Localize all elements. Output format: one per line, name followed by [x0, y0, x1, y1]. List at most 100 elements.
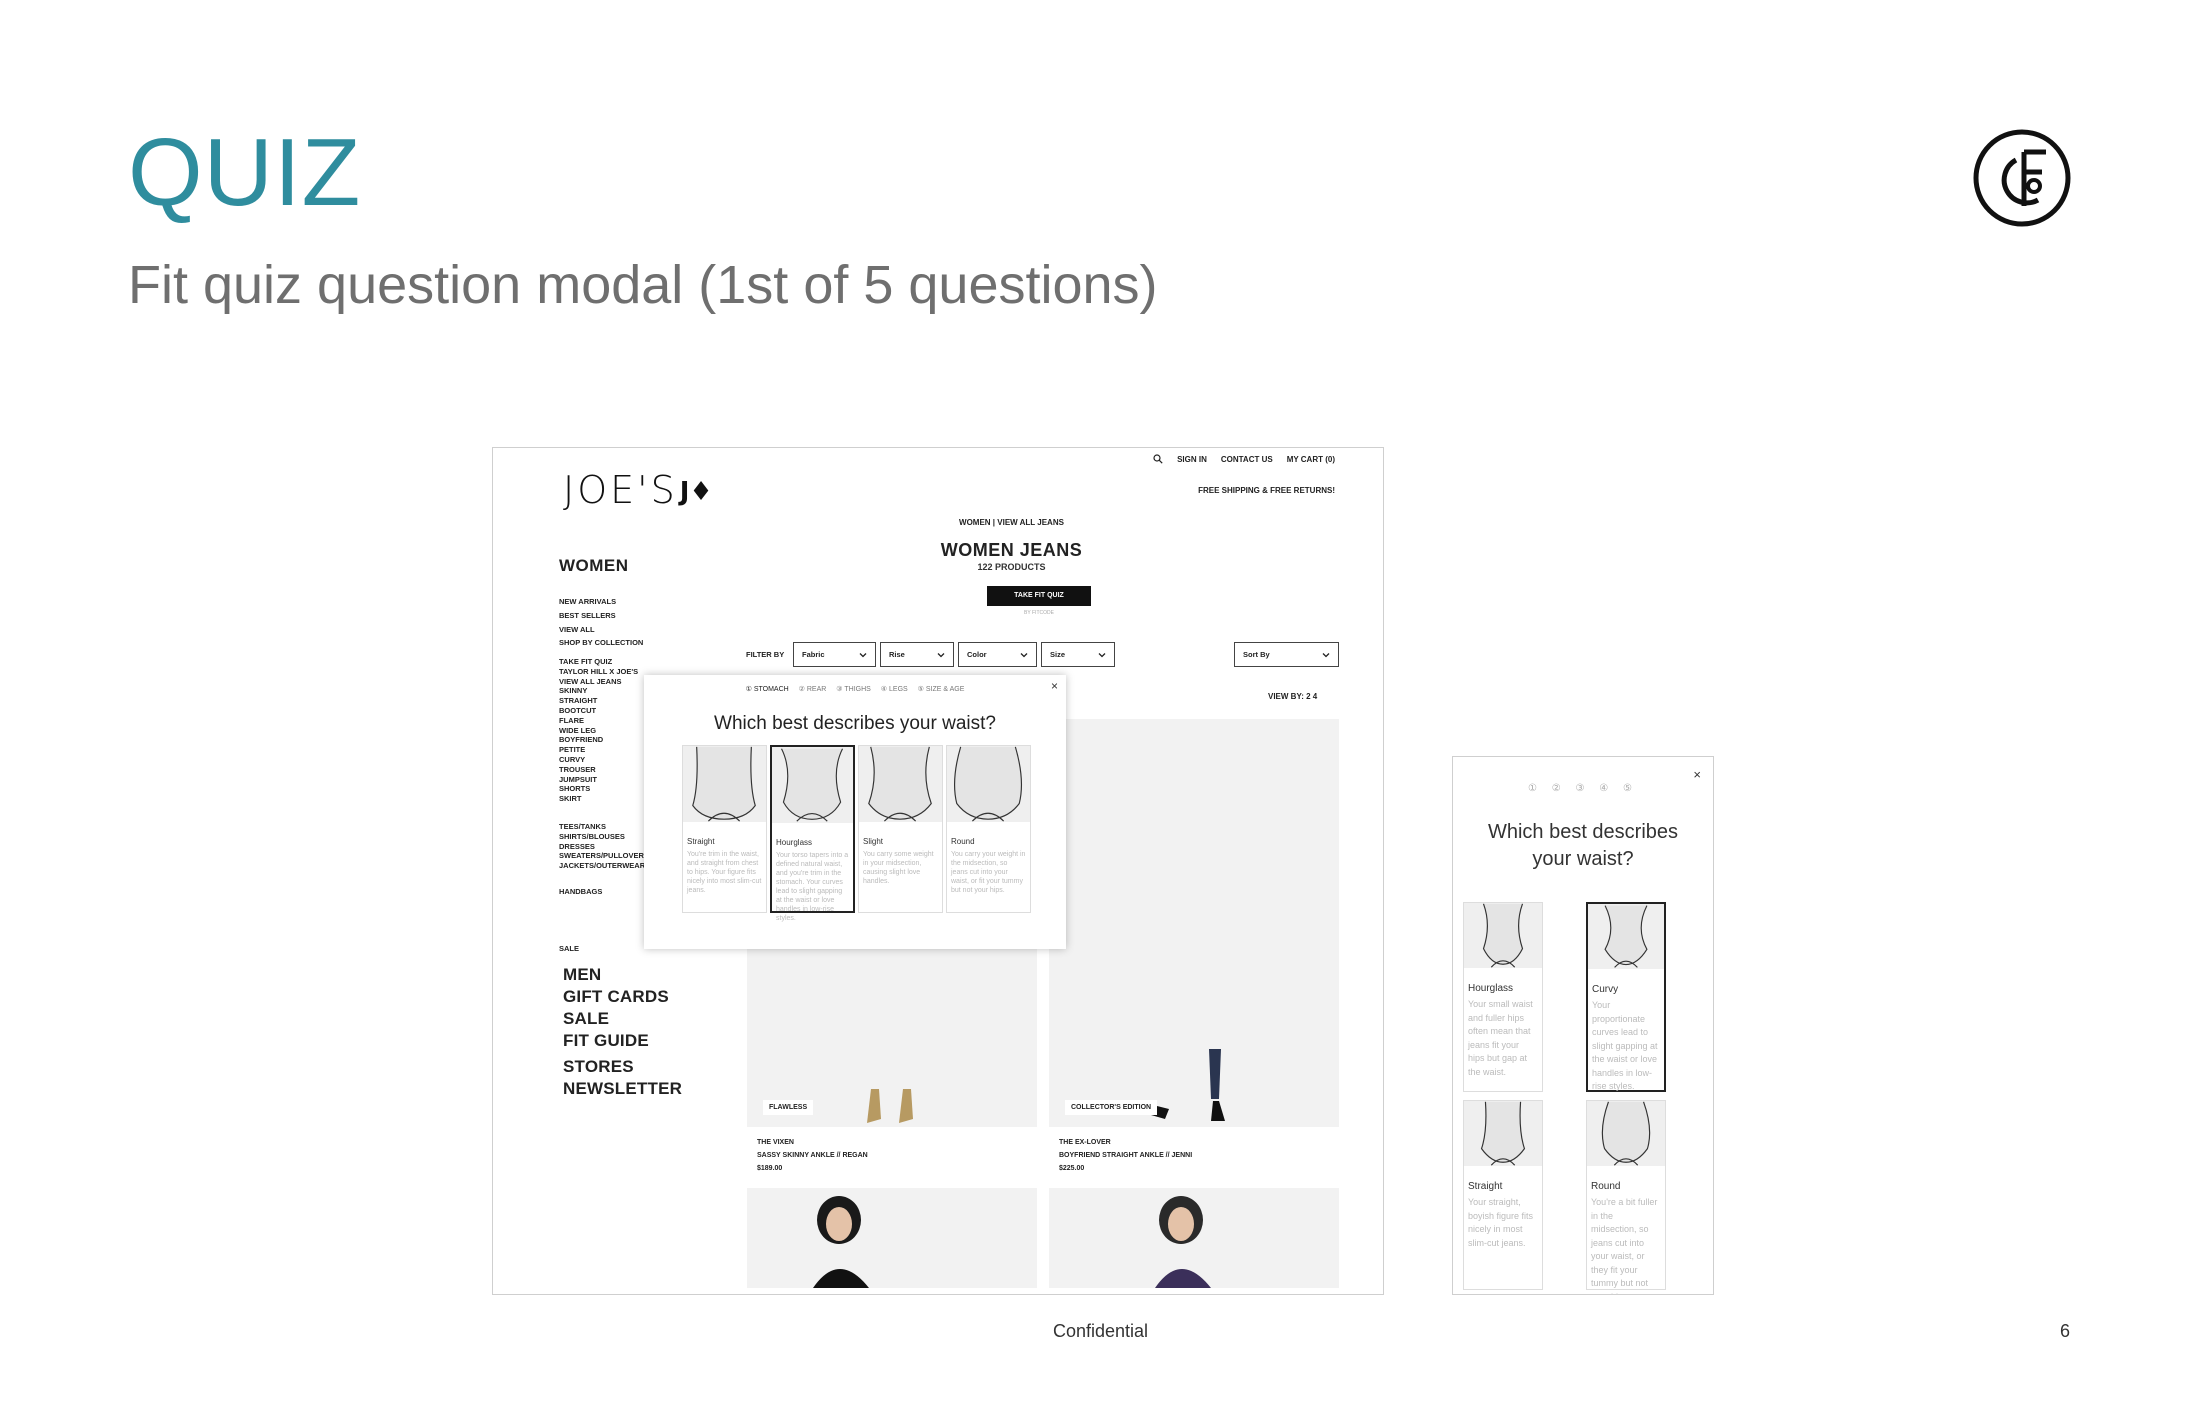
fit-quiz-modal: ① STOMACH ② REAR ③ THIGHS ④ LEGS ⑤ SIZE … — [644, 675, 1066, 949]
quiz-question: Which best describes your waist? — [1453, 819, 1713, 873]
sidebar-item[interactable]: BOOTCUT — [559, 706, 638, 716]
sidebar-item[interactable]: BEST SELLERS — [559, 609, 616, 623]
option-description: You carry your weight in the midsection,… — [951, 851, 1026, 894]
product-image-4[interactable] — [1049, 1188, 1339, 1288]
sidebar-item[interactable]: SKINNY — [559, 686, 638, 696]
breadcrumb[interactable]: WOMEN | VIEW ALL JEANS — [493, 518, 1383, 527]
sidebar-item[interactable]: SWEATERS/PULLOVERS — [559, 851, 649, 861]
filter-fabric-select[interactable]: Fabric — [793, 642, 876, 667]
product-image-3[interactable] — [747, 1188, 1037, 1288]
sidebar-item[interactable]: JACKETS/OUTERWEAR — [559, 861, 649, 871]
sidebar-group-apparel: TEES/TANKS SHIRTS/BLOUSES DRESSES SWEATE… — [559, 822, 649, 871]
sidebar-item[interactable]: SKIRT — [559, 794, 638, 804]
sidebar-item[interactable]: FLARE — [559, 716, 638, 726]
filter-rise-select[interactable]: Rise — [880, 642, 954, 667]
option-description: Your proportionate curves lead to slight… — [1592, 1000, 1658, 1091]
sidebar-link-newsletter[interactable]: NEWSLETTER — [563, 1078, 682, 1100]
sidebar-item[interactable]: JUMPSUIT — [559, 775, 638, 785]
model-portrait-image — [813, 1196, 869, 1288]
quiz-option-curvy[interactable]: Curvy Your proportionate curves lead to … — [1586, 902, 1666, 1092]
top-utility-nav: SIGN IN CONTACT US MY CART (0) — [1153, 454, 1335, 464]
contact-us-link[interactable]: CONTACT US — [1221, 455, 1273, 464]
sidebar-link-fit-guide[interactable]: FIT GUIDE — [563, 1030, 669, 1052]
sidebar-item[interactable]: WIDE LEG — [559, 726, 638, 736]
quiz-option-hourglass[interactable]: Hourglass Your small waist and fuller hi… — [1463, 902, 1543, 1092]
chevron-down-icon — [1322, 652, 1330, 657]
footer-confidential: Confidential — [1052, 1321, 1149, 1341]
sidebar-item[interactable]: TEES/TANKS — [559, 822, 649, 832]
quiz-step[interactable]: ⑤ SIZE & AGE — [918, 686, 965, 693]
filter-label: FILTER BY — [746, 650, 785, 659]
product-price: $189.00 — [757, 1165, 783, 1172]
sidebar-item-take-fit-quiz[interactable]: TAKE FIT QUIZ — [559, 657, 638, 667]
sidebar-group-jeans: TAKE FIT QUIZ TAYLOR HILL X JOE'S VIEW A… — [559, 657, 638, 804]
sidebar-item[interactable]: DRESSES — [559, 842, 649, 852]
product-name: BOYFRIEND STRAIGHT ANKLE // JENNI — [1059, 1152, 1193, 1159]
chevron-down-icon — [1098, 652, 1106, 657]
sidebar-item[interactable]: VIEW ALL JEANS — [559, 677, 638, 687]
quiz-option-hourglass[interactable]: Hourglass Your torso tapers into a defin… — [770, 745, 855, 922]
sidebar-item[interactable]: PETITE — [559, 745, 638, 755]
brand-logo[interactable]: JOE'SJ♦ — [563, 468, 713, 512]
chevron-down-icon — [1020, 652, 1028, 657]
close-icon[interactable]: × — [1693, 767, 1701, 782]
body-round-icon — [1587, 1101, 1665, 1166]
body-curvy-icon — [1588, 904, 1664, 969]
quiz-step-indicator[interactable]: ① ② ③ ④ ⑤ — [1453, 783, 1713, 794]
slide-title: QUIZ — [128, 119, 362, 226]
cart-link[interactable]: MY CART (0) — [1287, 455, 1335, 464]
option-label: Curvy — [1592, 984, 1619, 995]
quiz-option-round[interactable]: Round You're a bit fuller in the midsect… — [1586, 1100, 1666, 1294]
sidebar-collection-label[interactable]: SHOP BY COLLECTION — [559, 636, 643, 650]
quiz-option-round[interactable]: Round You carry your weight in the midse… — [946, 745, 1031, 913]
sidebar-item[interactable]: TROUSER — [559, 765, 638, 775]
quiz-step[interactable]: ④ LEGS — [881, 686, 908, 693]
quiz-option-straight[interactable]: Straight You're trim in the waist, and s… — [682, 745, 767, 913]
sort-by-select[interactable]: Sort By — [1234, 642, 1339, 667]
option-description: Your straight, boyish figure fits nicely… — [1468, 1197, 1534, 1248]
sidebar-item[interactable]: SHORTS — [559, 784, 638, 794]
filter-label-text: Fabric — [802, 650, 825, 659]
quiz-option-straight[interactable]: Straight Your straight, boyish figure fi… — [1463, 1100, 1543, 1290]
option-description: You're a bit fuller in the midsection, s… — [1591, 1197, 1658, 1294]
quiz-option-slight[interactable]: Slight You carry some weight in your mid… — [858, 745, 943, 913]
body-hourglass-icon — [772, 747, 853, 823]
sidebar-item[interactable]: NEW ARRIVALS — [559, 595, 616, 609]
quiz-step[interactable]: ① STOMACH — [746, 686, 789, 693]
product-badge: FLAWLESS — [763, 1100, 814, 1115]
sidebar-item[interactable]: TAYLOR HILL X JOE'S — [559, 667, 638, 677]
sidebar-link-gift-cards[interactable]: GIFT CARDS — [563, 986, 669, 1008]
filter-color-select[interactable]: Color — [958, 642, 1037, 667]
sidebar-item[interactable]: STRAIGHT — [559, 696, 638, 706]
model-legs-image — [1149, 1049, 1225, 1121]
sidebar-item[interactable]: BOYFRIEND — [559, 735, 638, 745]
sidebar-item[interactable]: VIEW ALL — [559, 623, 616, 637]
option-label: Straight — [687, 837, 715, 846]
body-slight-icon — [859, 746, 942, 822]
sign-in-link[interactable]: SIGN IN — [1177, 455, 1207, 464]
product-info-2[interactable]: THE EX-LOVER BOYFRIEND STRAIGHT ANKLE //… — [1059, 1136, 1192, 1175]
quiz-question-line: your waist? — [1532, 848, 1634, 870]
close-icon[interactable]: × — [1051, 679, 1058, 693]
view-by-toggle[interactable]: VIEW BY: 2 4 — [1268, 692, 1317, 701]
sidebar-link-sale[interactable]: SALE — [563, 1008, 669, 1030]
filter-size-select[interactable]: Size — [1041, 642, 1115, 667]
sidebar-item-handbags[interactable]: HANDBAGS — [559, 885, 602, 899]
product-info-1[interactable]: THE VIXEN SASSY SKINNY ANKLE // REGAN $1… — [757, 1136, 868, 1175]
desktop-screenshot: JOE'SJ♦ SIGN IN CONTACT US MY CART (0) F… — [492, 447, 1384, 1295]
fitcode-credit: BY FITCODE — [1024, 610, 1054, 616]
sidebar-link-stores[interactable]: STORES — [563, 1056, 682, 1078]
sidebar-item-sale[interactable]: SALE — [559, 942, 579, 956]
sidebar-item[interactable]: SHIRTS/BLOUSES — [559, 832, 649, 842]
take-fit-quiz-button[interactable]: TAKE FIT QUIZ — [987, 586, 1091, 606]
search-icon[interactable] — [1153, 454, 1163, 464]
option-label: Straight — [1468, 1181, 1503, 1192]
sidebar-item[interactable]: CURVY — [559, 755, 638, 765]
model-portrait-image — [1155, 1196, 1211, 1288]
quiz-step[interactable]: ② REAR — [799, 686, 827, 693]
product-collection: THE VIXEN — [757, 1139, 794, 1146]
quiz-step[interactable]: ③ THIGHS — [836, 686, 871, 693]
product-image-2[interactable]: COLLECTOR'S EDITION — [1049, 719, 1339, 1127]
free-shipping-banner: FREE SHIPPING & FREE RETURNS! — [1198, 486, 1335, 495]
sidebar-link-men[interactable]: MEN — [563, 964, 669, 986]
